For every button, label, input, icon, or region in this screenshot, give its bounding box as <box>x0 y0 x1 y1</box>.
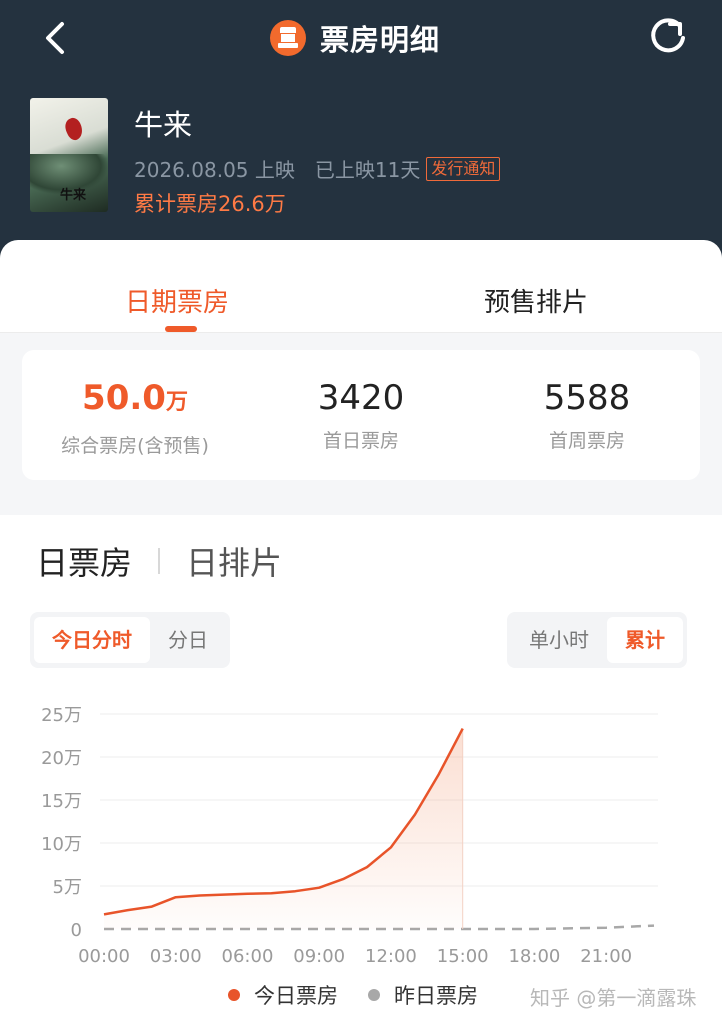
section-daily-box-office[interactable]: 日票房 <box>36 538 132 584</box>
y-tick-label: 20万 <box>41 748 82 769</box>
y-tick-label: 5万 <box>53 877 82 898</box>
legend-label-today: 今日票房 <box>254 984 338 1008</box>
toggle-by-day[interactable]: 分日 <box>150 617 226 663</box>
y-tick-label: 10万 <box>41 834 82 855</box>
y-tick-label: 0 <box>71 920 82 941</box>
watermark: 知乎 @第一滴露珠 <box>530 986 697 1010</box>
time-granularity-toggle: 今日分时 分日 <box>30 612 230 668</box>
chart-legend: 今日票房 昨日票房 <box>228 980 508 1010</box>
stat-total: 50.0万 综合票房(含预售) <box>22 378 248 458</box>
x-tick-label: 12:00 <box>365 946 417 967</box>
movie-poster[interactable]: 牛来 <box>30 98 108 212</box>
movie-meta: 2026.08.05 上映 已上映11天 发行通知 <box>134 154 501 183</box>
section-divider <box>158 548 161 574</box>
toggle-today-timeline[interactable]: 今日分时 <box>34 617 150 663</box>
tab-presale-schedule[interactable]: 预售排片 <box>484 282 588 319</box>
x-tick-label: 09:00 <box>293 946 345 967</box>
y-tick-label: 15万 <box>41 791 82 812</box>
legend-dot-today <box>228 989 240 1001</box>
release-notice-badge[interactable]: 发行通知 <box>426 156 501 181</box>
y-tick-label: 25万 <box>41 705 82 726</box>
x-tick-label: 06:00 <box>222 946 274 967</box>
stat-total-value: 50.0 <box>82 378 166 418</box>
header: 票房明细 牛来 牛来 2026.08.05 上映 已上映11天 发行通知 累计票… <box>0 0 722 262</box>
stat-total-unit: 万 <box>165 390 188 415</box>
section-header: 日票房 日排片 <box>36 538 282 584</box>
legend-item-yesterday[interactable]: 昨日票房 <box>368 980 478 1010</box>
box-office-line-chart: 0 5万 10万 15万 20万 25万 00:00 03:00 06:00 09:00 12:00… <box>41 705 658 967</box>
cumulative-box-office: 累计票房26.6万 <box>134 192 286 216</box>
tab-date-box-office[interactable]: 日期票房 <box>125 282 229 332</box>
days-released: 已上映11天 <box>314 158 421 182</box>
movie-title: 牛来 <box>134 108 193 142</box>
tab-bar: 日期票房 预售排片 <box>0 240 722 333</box>
legend-label-yesterday: 昨日票房 <box>394 984 478 1008</box>
detail-card: 日期票房 预售排片 50.0万 综合票房(含预售) 3420 首日票房 5588… <box>0 240 722 1034</box>
refresh-icon[interactable] <box>648 16 688 56</box>
stat-first-week-label: 首周票房 <box>548 430 625 452</box>
aggregation-toggle: 单小时 累计 <box>507 612 687 668</box>
toggle-hourly[interactable]: 单小时 <box>511 617 607 663</box>
x-tick-label: 03:00 <box>150 946 202 967</box>
stat-first-week: 5588 首周票房 <box>474 378 700 453</box>
x-tick-label: 00:00 <box>78 946 130 967</box>
chevron-left-icon[interactable] <box>38 18 74 58</box>
stat-first-day: 3420 首日票房 <box>248 378 474 453</box>
stat-first-day-value: 3420 <box>317 378 405 418</box>
x-tick-label: 18:00 <box>508 946 560 967</box>
series-area-today <box>104 728 463 929</box>
poster-title: 牛来 <box>60 188 87 203</box>
legend-item-today[interactable]: 今日票房 <box>228 980 338 1010</box>
x-tick-label: 21:00 <box>580 946 632 967</box>
stats-card: 50.0万 综合票房(含预售) 3420 首日票房 5588 首周票房 <box>22 350 700 480</box>
section-daily-schedule[interactable]: 日排片 <box>186 538 282 584</box>
stat-first-day-label: 首日票房 <box>322 430 399 452</box>
x-tick-label: 15:00 <box>437 946 489 967</box>
release-date: 2026.08.05 上映 <box>134 158 295 182</box>
toggle-cumulative[interactable]: 累计 <box>607 617 683 663</box>
page-title-group: 票房明细 <box>270 16 440 60</box>
stat-first-week-value: 5588 <box>543 378 631 418</box>
page-title: 票房明细 <box>320 23 441 57</box>
legend-dot-yesterday <box>368 989 380 1001</box>
stat-total-label: 综合票房(含预售) <box>61 435 209 457</box>
lighthouse-logo-icon <box>270 20 306 56</box>
